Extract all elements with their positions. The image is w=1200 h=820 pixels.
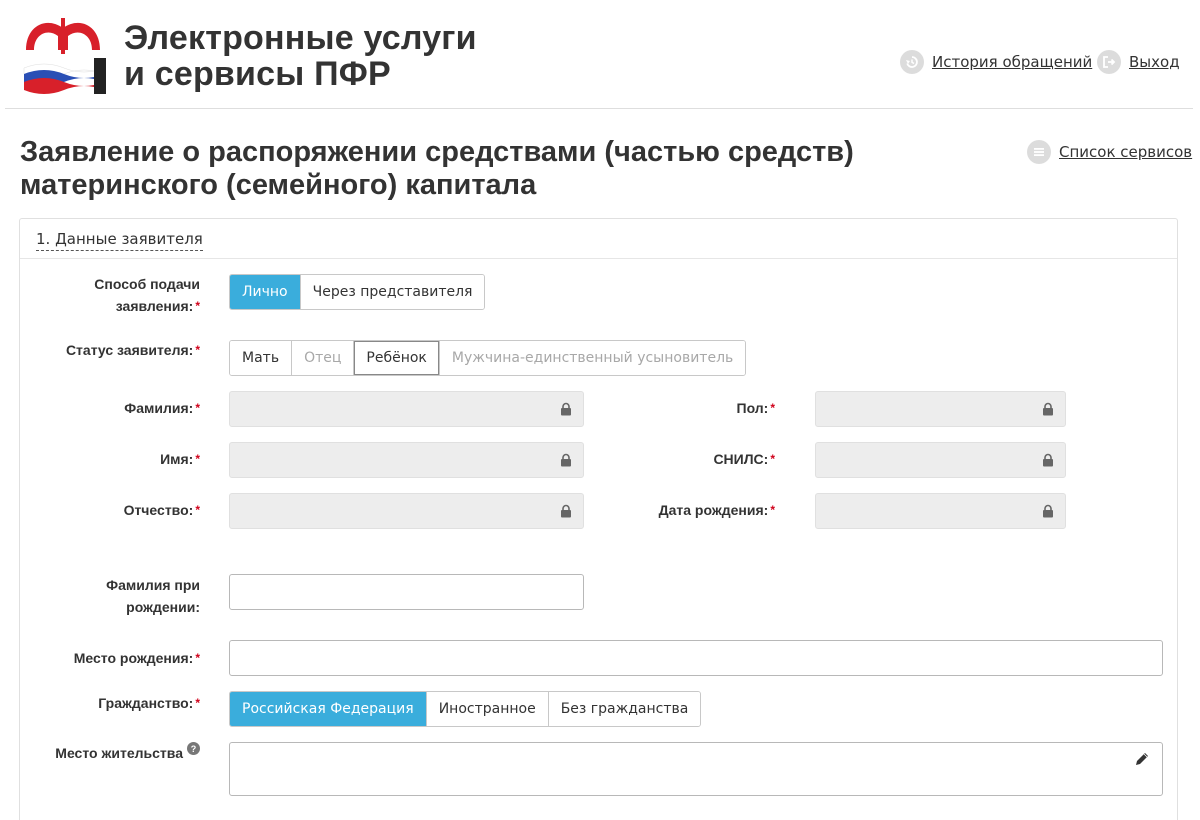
- applicant-section: 1. Данные заявителя Способ подачи заявле…: [19, 218, 1178, 820]
- snils-label: СНИЛС: *: [595, 448, 775, 470]
- page-title: Заявление о распоряжении средствами (час…: [20, 136, 854, 202]
- submit-method-label: Способ подачи заявления: *: [20, 273, 200, 317]
- required-mark: *: [195, 343, 200, 357]
- status-option-child[interactable]: Ребёнок: [354, 341, 440, 375]
- site-header: Электронные услуги и сервисы ПФР История…: [0, 0, 1200, 110]
- name-field: [229, 442, 584, 478]
- brand-line-1: Электронные услуги: [124, 19, 477, 57]
- residence-label: Место жительства?: [20, 742, 200, 764]
- birth-surname-input[interactable]: [229, 574, 584, 610]
- submit-method-option-personal[interactable]: Лично: [230, 275, 301, 309]
- birth-date-label: Дата рождения: *: [595, 499, 775, 521]
- snils-label-text: СНИЛС:: [713, 451, 769, 467]
- birth-surname-label-line-1: Фамилия при: [106, 577, 200, 593]
- logout-link[interactable]: Выход: [1097, 50, 1180, 74]
- lock-icon: [561, 504, 571, 518]
- citizenship-option-stateless[interactable]: Без гражданства: [548, 692, 701, 726]
- status-option-mother[interactable]: Мать: [230, 341, 293, 375]
- surname-field: [229, 391, 584, 427]
- residence-label-text: Место жительства: [55, 745, 183, 761]
- logout-link-label[interactable]: Выход: [1129, 53, 1180, 71]
- applicant-status-label: Статус заявителя: *: [20, 339, 200, 361]
- list-icon: [1027, 140, 1051, 164]
- required-mark: *: [770, 503, 775, 517]
- required-mark: *: [770, 452, 775, 466]
- applicant-status-label-text: Статус заявителя:: [65, 342, 194, 358]
- surname-label: Фамилия: *: [20, 397, 200, 419]
- brand-line-2: и сервисы ПФР: [124, 55, 391, 93]
- patronymic-field: [229, 493, 584, 529]
- birth-date-field: [815, 493, 1066, 529]
- status-option-father[interactable]: Отец: [292, 341, 355, 375]
- lock-icon: [1043, 402, 1053, 416]
- required-mark: *: [195, 651, 200, 665]
- birth-place-label-text: Место рождения:: [73, 650, 194, 666]
- site-brand[interactable]: Электронные услуги и сервисы ПФР: [124, 20, 477, 92]
- lock-icon: [1043, 504, 1053, 518]
- required-mark: *: [195, 696, 200, 710]
- required-mark: *: [195, 452, 200, 466]
- gender-label: Пол: *: [595, 397, 776, 419]
- submit-method-label-line-2: заявления:: [115, 298, 194, 314]
- section-title[interactable]: 1. Данные заявителя: [36, 230, 203, 251]
- surname-label-text: Фамилия:: [124, 400, 194, 416]
- pfr-logo[interactable]: [18, 10, 108, 100]
- history-link-label[interactable]: История обращений: [932, 53, 1092, 71]
- help-icon[interactable]: ?: [187, 742, 200, 755]
- snils-field: [815, 442, 1066, 478]
- history-icon: [900, 50, 924, 74]
- lock-icon: [561, 453, 571, 467]
- header-divider: [5, 108, 1193, 109]
- citizenship-label: Гражданство: *: [20, 692, 200, 714]
- required-mark: *: [770, 401, 775, 415]
- history-link[interactable]: История обращений: [900, 50, 1092, 74]
- page-title-line-2: материнского (семейного) капитала: [20, 169, 537, 201]
- birth-place-label: Место рождения: *: [20, 647, 200, 669]
- submit-method-option-representative[interactable]: Через представителя: [300, 275, 485, 309]
- page-title-line-1: Заявление о распоряжении средствами (час…: [20, 136, 854, 168]
- pencil-icon[interactable]: [1134, 751, 1150, 767]
- required-mark: *: [195, 299, 200, 313]
- submit-method-label-line-1: Способ подачи: [94, 276, 200, 292]
- citizenship-option-russia[interactable]: Российская Федерация: [230, 692, 427, 726]
- lock-icon: [561, 402, 571, 416]
- citizenship-label-text: Гражданство:: [98, 695, 194, 711]
- birth-place-input[interactable]: [229, 640, 1163, 676]
- required-mark: *: [195, 401, 200, 415]
- status-option-adopter[interactable]: Мужчина-единственный усыновитель: [439, 341, 746, 375]
- patronymic-label: Отчество: *: [20, 499, 200, 521]
- patronymic-label-text: Отчество:: [123, 502, 194, 518]
- birth-date-label-text: Дата рождения:: [658, 502, 769, 518]
- citizenship-toggle[interactable]: Российская Федерация Иностранное Без гра…: [229, 691, 702, 727]
- applicant-status-toggle[interactable]: Мать Отец Ребёнок Мужчина-единственный у…: [229, 340, 747, 376]
- logout-icon: [1097, 50, 1121, 74]
- services-list-link[interactable]: Список сервисов: [1027, 140, 1192, 164]
- birth-surname-label-line-2: рождении:: [126, 599, 200, 615]
- required-mark: *: [195, 503, 200, 517]
- submit-method-toggle[interactable]: Лично Через представителя: [229, 274, 486, 310]
- services-list-label[interactable]: Список сервисов: [1059, 143, 1192, 161]
- birth-surname-label: Фамилия при рождении:: [20, 574, 200, 618]
- name-label: Имя: *: [20, 448, 200, 470]
- section-header[interactable]: 1. Данные заявителя: [20, 219, 1177, 259]
- gender-field: [815, 391, 1066, 427]
- name-label-text: Имя:: [160, 451, 194, 467]
- lock-icon: [1043, 453, 1053, 467]
- citizenship-option-foreign[interactable]: Иностранное: [426, 692, 549, 726]
- gender-label-text: Пол:: [736, 400, 769, 416]
- residence-input[interactable]: [229, 742, 1163, 796]
